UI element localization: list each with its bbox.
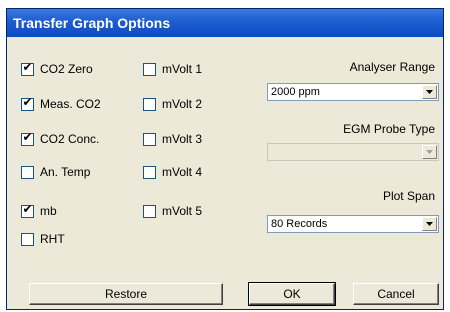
egm-probe-type-select[interactable] <box>267 143 439 161</box>
window-title: Transfer Graph Options <box>13 15 171 31</box>
check-icon <box>144 96 155 107</box>
checkbox-mb[interactable]: ✔ mb <box>21 201 57 219</box>
check-icon <box>144 164 155 175</box>
checkbox-mvolt-3[interactable]: mVolt 3 <box>143 131 202 147</box>
checkbox-co2-conc[interactable]: ✔ CO2 Conc. <box>21 129 100 147</box>
checkbox-label: An. Temp <box>40 165 91 179</box>
checkbox-label: mb <box>40 204 57 218</box>
check-icon: ✔ <box>22 129 33 144</box>
checkbox-label: mVolt 1 <box>162 62 203 76</box>
checkbox-label: Meas. CO2 <box>40 97 101 111</box>
chevron-down-icon[interactable] <box>422 217 437 231</box>
checkbox-box[interactable] <box>143 203 156 218</box>
check-icon <box>144 203 155 214</box>
checkbox-an-temp[interactable]: An. Temp <box>21 164 90 180</box>
dialog-body: ✔ CO2 Zero ✔ Meas. CO2 ✔ CO2 Conc. An. T… <box>7 37 443 309</box>
check-icon <box>144 131 155 142</box>
check-icon: ✔ <box>22 59 33 74</box>
checkbox-label: mVolt 3 <box>162 132 203 146</box>
chevron-down-icon[interactable] <box>422 145 437 159</box>
ok-button[interactable]: OK <box>248 282 336 306</box>
checkbox-label: mVolt 5 <box>162 204 203 218</box>
check-icon <box>22 231 33 242</box>
checkbox-label: mVolt 4 <box>162 165 203 179</box>
checkbox-box[interactable] <box>21 164 34 179</box>
plot-span-value: 80 Records <box>271 218 328 230</box>
checkbox-label: CO2 Conc. <box>40 132 100 146</box>
plot-span-label: Plot Span <box>382 189 435 203</box>
checkbox-mvolt-2[interactable]: mVolt 2 <box>143 96 202 112</box>
check-icon: ✔ <box>22 201 33 216</box>
checkbox-box[interactable] <box>143 164 156 179</box>
checkbox-box[interactable]: ✔ <box>21 94 34 111</box>
checkbox-co2-zero[interactable]: ✔ CO2 Zero <box>21 59 93 77</box>
plot-span-select[interactable]: 80 Records <box>267 215 439 233</box>
checkbox-mvolt-1[interactable]: mVolt 1 <box>143 61 202 77</box>
restore-button[interactable]: Restore <box>29 283 223 305</box>
analyser-range-label: Analyser Range <box>349 60 435 74</box>
analyser-range-select[interactable]: 2000 ppm <box>267 83 439 101</box>
checkbox-box[interactable]: ✔ <box>21 59 34 76</box>
checkbox-box[interactable] <box>21 231 34 246</box>
check-icon: ✔ <box>22 94 33 109</box>
transfer-graph-options-dialog: Transfer Graph Options ✔ CO2 Zero ✔ Meas… <box>6 8 444 310</box>
checkbox-meas-co2[interactable]: ✔ Meas. CO2 <box>21 94 101 112</box>
checkbox-box[interactable]: ✔ <box>21 201 34 218</box>
checkbox-box[interactable] <box>143 61 156 76</box>
checkbox-rht[interactable]: RHT <box>21 231 65 247</box>
checkbox-mvolt-4[interactable]: mVolt 4 <box>143 164 202 180</box>
checkbox-label: RHT <box>40 232 65 246</box>
check-icon <box>22 164 33 175</box>
check-icon <box>144 61 155 72</box>
checkbox-label: CO2 Zero <box>40 62 93 76</box>
checkbox-box[interactable]: ✔ <box>21 129 34 146</box>
checkbox-label: mVolt 2 <box>162 97 203 111</box>
analyser-range-value: 2000 ppm <box>271 86 320 98</box>
egm-probe-type-label: EGM Probe Type <box>343 122 435 136</box>
checkbox-box[interactable] <box>143 131 156 146</box>
cancel-button[interactable]: Cancel <box>353 283 439 305</box>
checkbox-box[interactable] <box>143 96 156 111</box>
checkbox-mvolt-5[interactable]: mVolt 5 <box>143 203 202 219</box>
title-bar: Transfer Graph Options <box>7 9 443 37</box>
chevron-down-icon[interactable] <box>422 85 437 99</box>
